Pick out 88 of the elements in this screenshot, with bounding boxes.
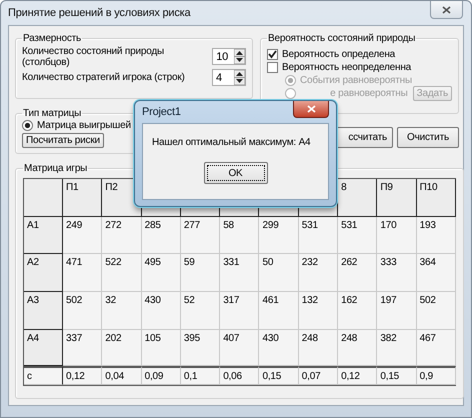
table-cell: 522 bbox=[102, 254, 142, 292]
table-cell: 471 bbox=[63, 254, 102, 292]
table-cell: 317 bbox=[220, 292, 260, 330]
close-button[interactable] bbox=[430, 1, 463, 19]
row-header: А3 bbox=[24, 292, 63, 330]
dialog-message: Нашел оптимальный максимум: А4 bbox=[152, 137, 310, 148]
close-icon bbox=[306, 105, 316, 113]
table-cell: 32 bbox=[102, 292, 142, 330]
table-cell: 461 bbox=[259, 292, 299, 330]
window-title: Принятие решений в условиях риска bbox=[8, 7, 190, 19]
spin-field[interactable]: 4 bbox=[212, 69, 246, 86]
table-cell: 0,12 bbox=[63, 366, 102, 385]
table-cell: 162 bbox=[338, 292, 378, 330]
table-cell: 364 bbox=[416, 254, 456, 292]
ok-button[interactable]: OK bbox=[204, 162, 268, 184]
table-cell: 277 bbox=[180, 217, 220, 254]
table-cell: 495 bbox=[142, 254, 181, 292]
table-cell: 59 bbox=[180, 254, 220, 292]
row-header: А2 bbox=[24, 254, 63, 292]
table-cell: 272 bbox=[102, 217, 142, 254]
table-cell: 58 bbox=[220, 217, 260, 254]
table-cell: 249 bbox=[63, 217, 102, 254]
table-cell: 248 bbox=[338, 330, 378, 366]
table-cell: 0,04 bbox=[102, 366, 142, 385]
table-cell: 52 bbox=[180, 292, 220, 330]
table-cell: 0,06 bbox=[220, 366, 260, 385]
table-cell: 395 bbox=[180, 330, 220, 366]
column-header: 8 bbox=[338, 179, 378, 217]
group-title: Вероятность состояний природы bbox=[267, 33, 416, 44]
table-cell: 382 bbox=[377, 330, 417, 366]
table-cell: 285 bbox=[142, 217, 181, 254]
table-cell: 467 bbox=[416, 330, 456, 366]
field-label: Количество стратегий игрока (строк) bbox=[22, 72, 185, 83]
group-title: Размерность bbox=[22, 33, 82, 44]
table-cell: 502 bbox=[63, 292, 102, 330]
table-cell: 331 bbox=[220, 254, 260, 292]
checkbox[interactable] bbox=[267, 62, 278, 73]
table-cell: 262 bbox=[338, 254, 378, 292]
table-cell: 337 bbox=[63, 330, 102, 366]
risk-button[interactable]: Посчитать риски bbox=[22, 133, 104, 148]
option-label: Вероятность неопределенна bbox=[282, 62, 412, 73]
table-cell: 531 bbox=[298, 217, 338, 254]
up-down-arrows-icon bbox=[234, 49, 245, 64]
column-header: П9 bbox=[377, 179, 417, 217]
table-cell: 0,9 bbox=[416, 366, 456, 385]
table-cell: 430 bbox=[259, 330, 299, 366]
table-cell: 248 bbox=[298, 330, 338, 366]
row-header: А4 bbox=[24, 330, 63, 366]
option-label: Вероятность определена bbox=[282, 49, 396, 60]
table-cell: 202 bbox=[102, 330, 142, 366]
option-label: События равновероятны bbox=[300, 75, 412, 86]
table-cell: 502 bbox=[416, 292, 456, 330]
column-header: П1 bbox=[63, 179, 102, 217]
field-label: Количество состояний природы (столбцов) bbox=[22, 46, 165, 68]
group-title: Тип матрицы bbox=[22, 108, 82, 119]
table-cell: 407 bbox=[220, 330, 260, 366]
table-cell: 197 bbox=[377, 292, 417, 330]
table-cell: 0,15 bbox=[259, 366, 299, 385]
row-header: c bbox=[24, 366, 63, 385]
table-cell: 50 bbox=[259, 254, 299, 292]
table-cell: 333 bbox=[377, 254, 417, 292]
table-cell: 299 bbox=[259, 217, 299, 254]
table-cell: 0,07 bbox=[298, 366, 338, 385]
row-header: А1 bbox=[24, 217, 63, 254]
close-icon bbox=[442, 6, 451, 14]
option-label: Матрица выигрышей bbox=[37, 120, 131, 131]
dialog-title: Project1 bbox=[142, 106, 181, 118]
option-label: е равновероятны bbox=[330, 88, 408, 99]
table-cell: 0,09 bbox=[142, 366, 181, 385]
table-cell: 170 bbox=[377, 217, 417, 254]
action-button[interactable]: Очистить bbox=[397, 127, 459, 148]
table-cell: 232 bbox=[298, 254, 338, 292]
table-cell: 0,12 bbox=[338, 366, 378, 385]
spin-field[interactable]: 10 bbox=[212, 48, 246, 65]
column-header: П10 bbox=[416, 179, 456, 217]
table-cell: 531 bbox=[338, 217, 378, 254]
table-cell: 132 bbox=[298, 292, 338, 330]
table-cell: 0,15 bbox=[377, 366, 417, 385]
up-down-arrows-icon bbox=[234, 70, 245, 85]
group-title: Матрица игры bbox=[23, 163, 88, 174]
table-cell: 193 bbox=[416, 217, 456, 254]
table-cell: 0,1 bbox=[180, 366, 220, 385]
table-cell: 430 bbox=[142, 292, 181, 330]
checkbox[interactable] bbox=[267, 49, 278, 60]
table-cell: 105 bbox=[142, 330, 181, 366]
check-mark-icon bbox=[268, 50, 277, 59]
close-button[interactable] bbox=[293, 101, 329, 118]
radio-button[interactable] bbox=[22, 120, 33, 131]
